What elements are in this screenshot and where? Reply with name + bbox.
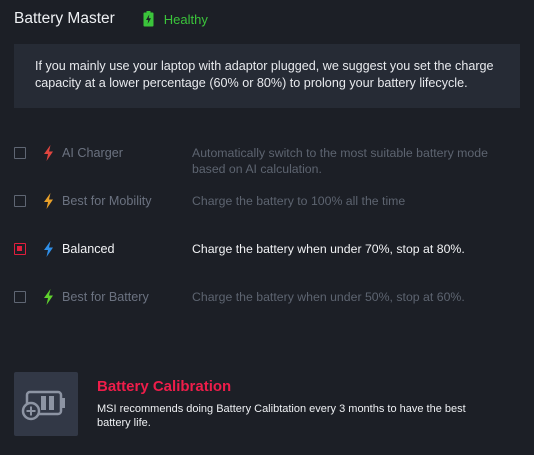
bolt-icon: [44, 145, 53, 161]
best-for-battery-checkbox[interactable]: [14, 291, 26, 303]
ai-charger-description: Automatically switch to the most suitabl…: [192, 146, 488, 176]
battery-status: Healthy: [143, 11, 208, 27]
best-for-mobility-label: Best for Mobility: [62, 194, 152, 208]
balanced-label: Balanced: [62, 242, 115, 256]
status-text: Healthy: [163, 11, 208, 27]
ai-charger-label: AI Charger: [62, 146, 123, 160]
best-for-battery-label: Best for Battery: [62, 290, 149, 304]
battery-charging-icon: [143, 11, 154, 27]
option-balanced[interactable]: Balanced Charge the battery when under 7…: [0, 228, 534, 268]
best-for-battery-description: Charge the battery when under 50%, stop …: [192, 290, 465, 304]
battery-add-icon: [21, 390, 65, 421]
option-ai-charger[interactable]: AI Charger Automatically switch to the m…: [0, 132, 534, 176]
info-notice: If you mainly use your laptop with adapt…: [14, 44, 520, 108]
bolt-icon: [44, 241, 53, 257]
best-for-mobility-description: Charge the battery to 100% all the time: [192, 194, 406, 208]
balanced-description: Charge the battery when under 70%, stop …: [192, 242, 465, 256]
app-title: Battery Master: [14, 10, 115, 27]
option-best-for-mobility[interactable]: Best for Mobility Charge the battery to …: [0, 180, 534, 220]
battery-calibration-button[interactable]: [14, 372, 78, 436]
calibration-title: Battery Calibration: [97, 378, 232, 395]
best-for-mobility-checkbox[interactable]: [14, 195, 26, 207]
option-best-for-battery[interactable]: Best for Battery Charge the battery when…: [0, 276, 534, 316]
bolt-icon: [44, 193, 53, 209]
ai-charger-checkbox[interactable]: [14, 147, 26, 159]
header: Battery Master Healthy: [14, 8, 520, 30]
bolt-icon: [44, 289, 53, 305]
balanced-checkbox[interactable]: [14, 243, 26, 255]
notice-text: If you mainly use your laptop with adapt…: [35, 59, 494, 90]
calibration-description: MSI recommends doing Battery Calibtation…: [97, 403, 466, 429]
